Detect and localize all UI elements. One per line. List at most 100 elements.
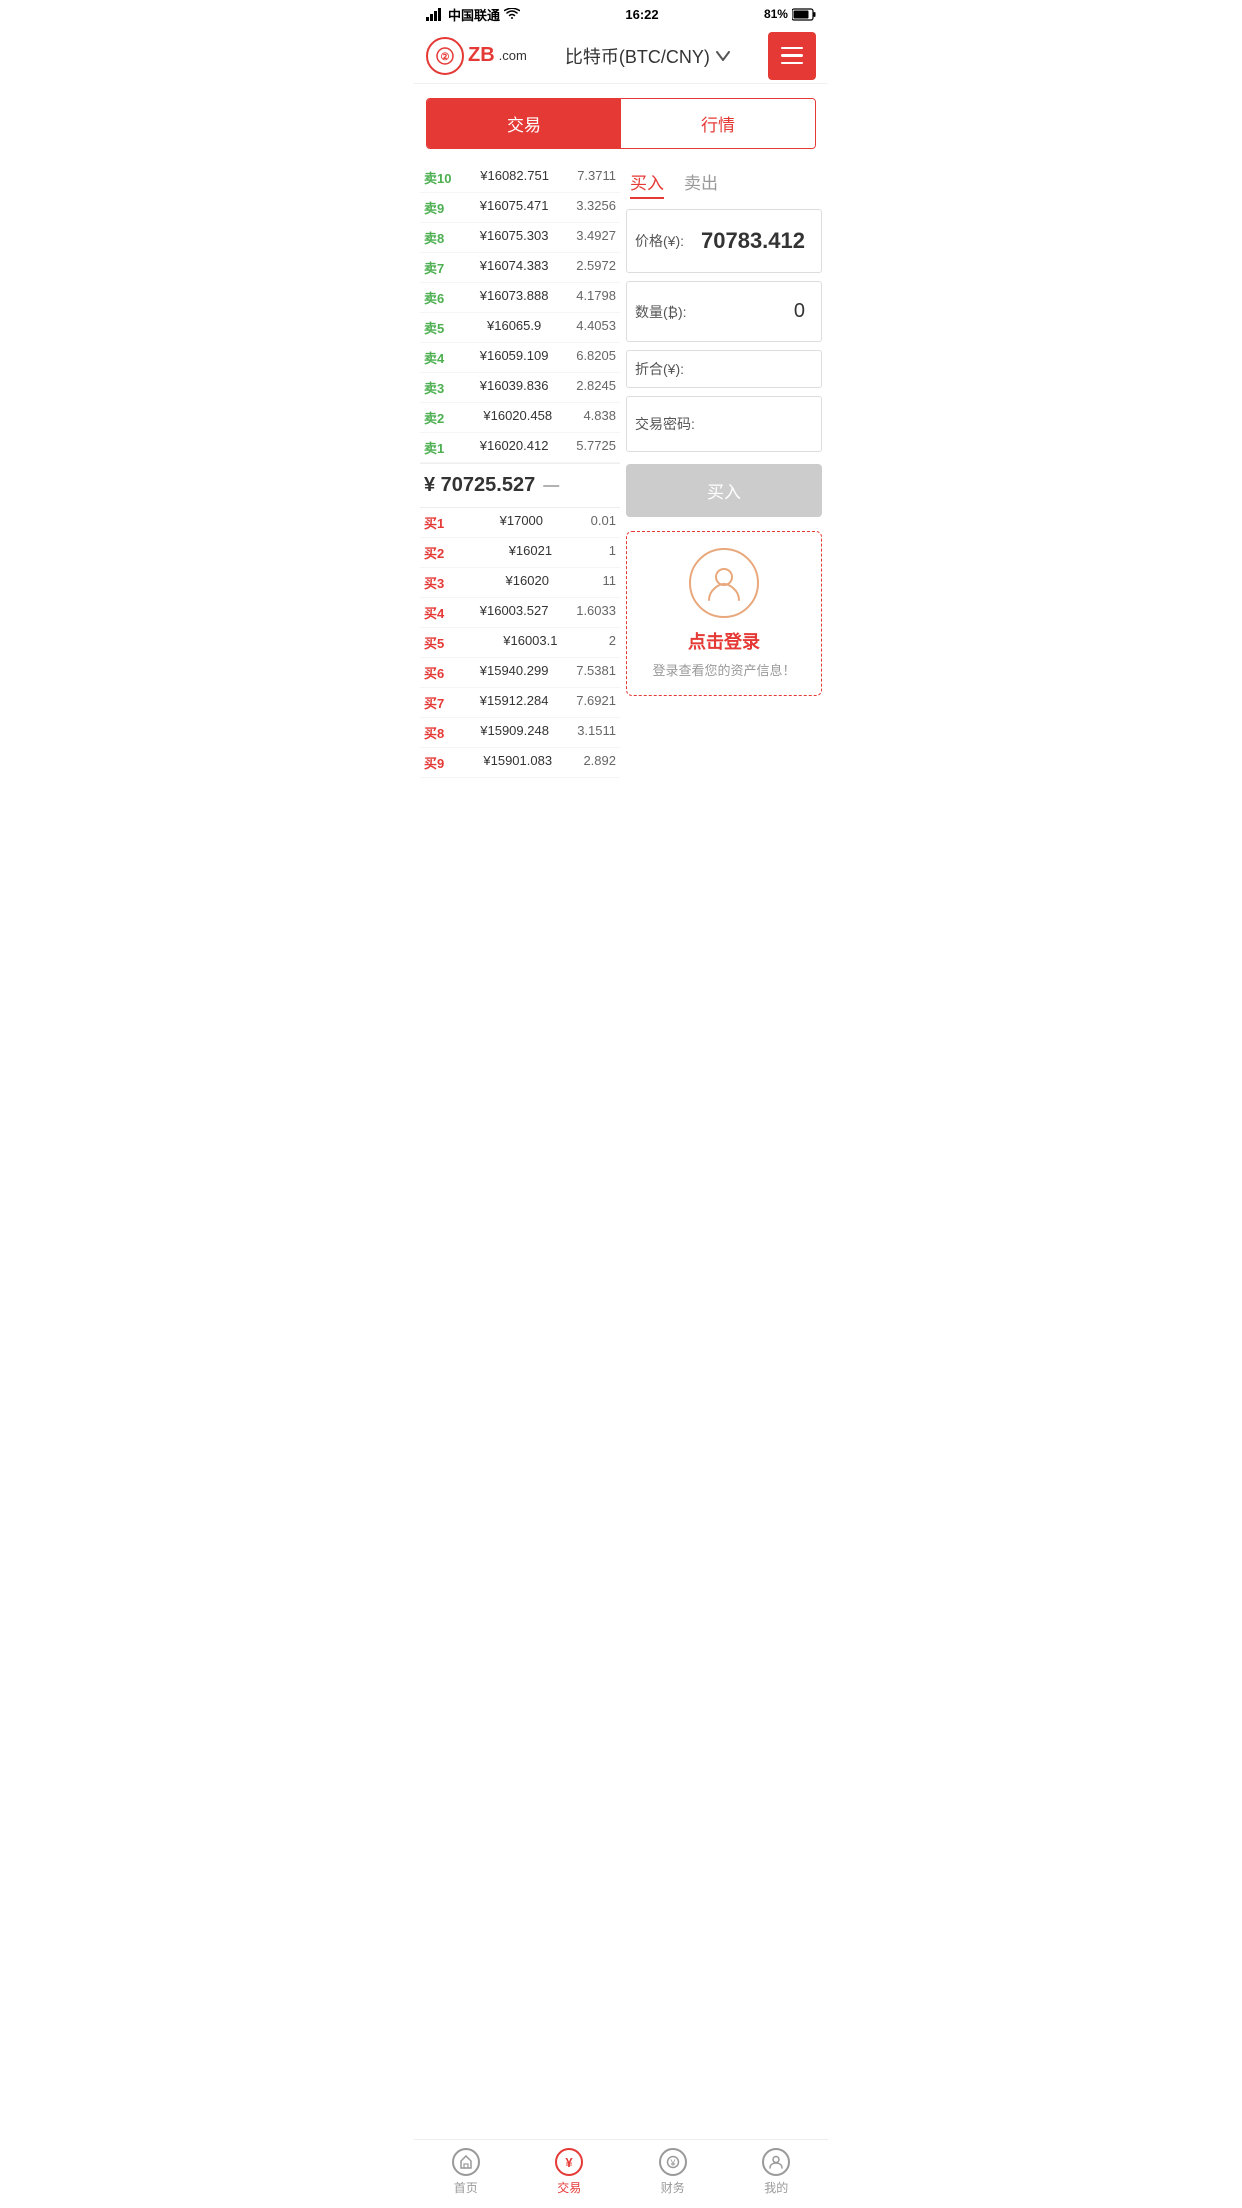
nav-finance[interactable]: ¥ 财务 xyxy=(621,2148,725,2196)
buy-qty: 2 xyxy=(609,633,616,652)
hamburger-icon xyxy=(781,47,803,65)
mid-price-direction: — xyxy=(543,477,559,495)
sell-qty: 2.5972 xyxy=(576,258,616,277)
sell-qty: 6.8205 xyxy=(576,348,616,367)
buy-price: ¥15912.284 xyxy=(480,693,549,712)
order-book: 卖10 ¥16082.751 7.3711 卖9 ¥16075.471 3.32… xyxy=(420,163,620,778)
buy-label: 买7 xyxy=(424,693,452,712)
buy-qty: 0.01 xyxy=(591,513,616,532)
user-icon xyxy=(705,564,743,602)
buy-price: ¥16003.1 xyxy=(503,633,557,652)
sell-order-row[interactable]: 卖8 ¥16075.303 3.4927 xyxy=(420,223,620,253)
status-left: 中国联通 xyxy=(426,5,520,24)
nav-trade[interactable]: ¥ 交易 xyxy=(518,2148,622,2196)
qty-input[interactable] xyxy=(687,290,813,333)
buy-qty: 1.6033 xyxy=(576,603,616,622)
buy-order-row[interactable]: 买6 ¥15940.299 7.5381 xyxy=(420,658,620,688)
svg-text:②: ② xyxy=(441,52,450,63)
sell-tab[interactable]: 卖出 xyxy=(684,169,718,199)
sell-qty: 3.3256 xyxy=(576,198,616,217)
nav-finance-label: 财务 xyxy=(661,2179,685,2196)
sell-label: 卖7 xyxy=(424,258,452,277)
sell-price: ¥16075.471 xyxy=(480,198,549,217)
buy-price: ¥15901.083 xyxy=(483,753,552,772)
sell-label: 卖6 xyxy=(424,288,452,307)
buy-qty: 11 xyxy=(602,573,616,592)
menu-button[interactable] xyxy=(768,32,816,80)
status-time: 16:22 xyxy=(625,7,658,22)
buy-price: ¥16003.527 xyxy=(480,603,549,622)
sell-price: ¥16065.9 xyxy=(487,318,541,337)
trade-icon: ¥ xyxy=(555,2148,583,2176)
finance-icon: ¥ xyxy=(659,2148,687,2176)
sell-order-row[interactable]: 卖7 ¥16074.383 2.5972 xyxy=(420,253,620,283)
main-content: 卖10 ¥16082.751 7.3711 卖9 ¥16075.471 3.32… xyxy=(414,163,828,778)
nav-home[interactable]: 首页 xyxy=(414,2148,518,2196)
buy-sell-tabs: 买入 卖出 xyxy=(626,163,822,209)
sell-qty: 7.3711 xyxy=(577,168,616,187)
nav-profile[interactable]: 我的 xyxy=(725,2148,829,2196)
logo-zb: ZB xyxy=(468,44,495,67)
buy-price: ¥17000 xyxy=(500,513,543,532)
status-right: 81% xyxy=(764,7,816,21)
buy-order-row[interactable]: 买8 ¥15909.248 3.1511 xyxy=(420,718,620,748)
sell-price: ¥16020.458 xyxy=(483,408,552,427)
buy-qty: 2.892 xyxy=(583,753,616,772)
carrier-label: 中国联通 xyxy=(448,5,500,24)
mid-price-value: ¥ 70725.527 xyxy=(424,474,535,497)
tab-market[interactable]: 行情 xyxy=(621,99,815,148)
buy-order-row[interactable]: 买4 ¥16003.527 1.6033 xyxy=(420,598,620,628)
buy-price: ¥15909.248 xyxy=(480,723,549,742)
sell-qty: 4.838 xyxy=(583,408,616,427)
qty-row: 数量(₿): xyxy=(626,281,822,342)
logo[interactable]: ② ZB .com xyxy=(426,37,527,75)
sell-qty: 4.4053 xyxy=(576,318,616,337)
sell-orders: 卖10 ¥16082.751 7.3711 卖9 ¥16075.471 3.32… xyxy=(420,163,620,463)
login-text[interactable]: 点击登录 xyxy=(643,628,805,654)
svg-text:¥: ¥ xyxy=(566,2155,574,2170)
sell-order-row[interactable]: 卖6 ¥16073.888 4.1798 xyxy=(420,283,620,313)
buy-qty: 3.1511 xyxy=(577,723,616,742)
profile-icon xyxy=(762,2148,790,2176)
header-title[interactable]: 比特币(BTC/CNY) xyxy=(565,43,730,69)
sell-qty: 5.7725 xyxy=(576,438,616,457)
sell-order-row[interactable]: 卖1 ¥16020.412 5.7725 xyxy=(420,433,620,463)
login-box[interactable]: 点击登录 登录查看您的资产信息！ xyxy=(626,531,822,696)
sell-price: ¥16059.109 xyxy=(480,348,549,367)
sell-label: 卖2 xyxy=(424,408,452,427)
pair-label: 比特币(BTC/CNY) xyxy=(565,43,710,69)
buy-order-row[interactable]: 买9 ¥15901.083 2.892 xyxy=(420,748,620,778)
buy-orders: 买1 ¥17000 0.01 买2 ¥16021 1 买3 ¥16020 11 … xyxy=(420,508,620,778)
price-input[interactable] xyxy=(684,218,813,264)
buy-order-row[interactable]: 买1 ¥17000 0.01 xyxy=(420,508,620,538)
password-input[interactable] xyxy=(695,405,813,443)
buy-order-row[interactable]: 买5 ¥16003.1 2 xyxy=(420,628,620,658)
sell-order-row[interactable]: 卖2 ¥16020.458 4.838 xyxy=(420,403,620,433)
sell-order-row[interactable]: 卖9 ¥16075.471 3.3256 xyxy=(420,193,620,223)
buy-order-row[interactable]: 买3 ¥16020 11 xyxy=(420,568,620,598)
logo-domain: .com xyxy=(499,48,527,63)
sell-price: ¥16074.383 xyxy=(480,258,549,277)
buy-button[interactable]: 买入 xyxy=(626,464,822,517)
sell-order-row[interactable]: 卖4 ¥16059.109 6.8205 xyxy=(420,343,620,373)
wifi-icon xyxy=(504,8,520,20)
buy-order-row[interactable]: 买2 ¥16021 1 xyxy=(420,538,620,568)
buy-label: 买1 xyxy=(424,513,452,532)
login-desc: 登录查看您的资产信息！ xyxy=(643,660,805,679)
sell-order-row[interactable]: 卖3 ¥16039.836 2.8245 xyxy=(420,373,620,403)
sell-order-row[interactable]: 卖5 ¥16065.9 4.4053 xyxy=(420,313,620,343)
price-group: 价格(¥): xyxy=(626,209,822,273)
tab-trade[interactable]: 交易 xyxy=(427,99,621,148)
sell-price: ¥16073.888 xyxy=(480,288,549,307)
qty-group: 数量(₿): xyxy=(626,281,822,342)
buy-label: 买9 xyxy=(424,753,452,772)
price-row: 价格(¥): xyxy=(626,209,822,273)
buy-price: ¥16020 xyxy=(506,573,549,592)
buy-order-row[interactable]: 买7 ¥15912.284 7.6921 xyxy=(420,688,620,718)
password-label: 交易密码: xyxy=(635,414,695,434)
buy-tab[interactable]: 买入 xyxy=(630,169,664,199)
status-bar: 中国联通 16:22 81% xyxy=(414,0,828,28)
sell-qty: 3.4927 xyxy=(576,228,616,247)
signal-icon xyxy=(426,8,444,21)
sell-order-row[interactable]: 卖10 ¥16082.751 7.3711 xyxy=(420,163,620,193)
